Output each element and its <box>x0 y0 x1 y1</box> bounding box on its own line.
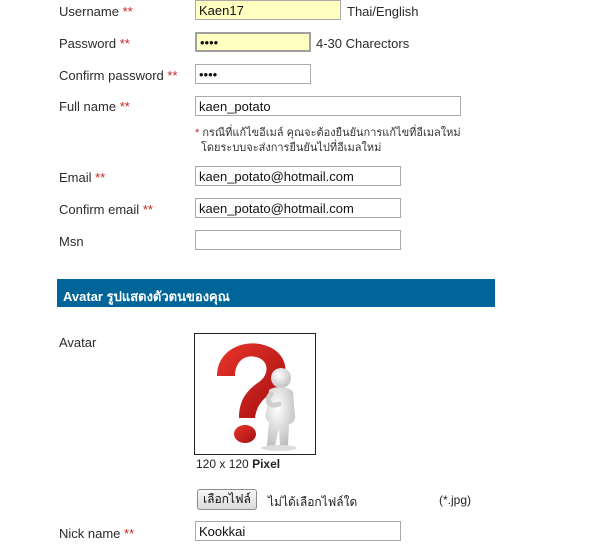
avatar-section-header: Avatar รูปแสดงตัวตนของคุณ <box>57 279 495 307</box>
username-hint: Thai/English <box>347 4 419 19</box>
email-label: Email ** <box>59 170 106 185</box>
choose-file-button[interactable]: เลือกไฟล์ <box>197 489 257 510</box>
file-extension-hint: (*.jpg) <box>439 493 472 507</box>
file-status-text: ไม่ได้เลือกไฟล์ใด <box>268 495 358 509</box>
msn-label: Msn <box>59 234 84 249</box>
username-input[interactable] <box>195 0 341 20</box>
nickname-input[interactable] <box>195 521 401 541</box>
password-label: Password ** <box>59 36 130 51</box>
password-input[interactable] <box>195 32 311 52</box>
msn-input[interactable] <box>195 230 401 250</box>
confirm-email-label: Confirm email ** <box>59 202 153 217</box>
confirm-password-label: Confirm password ** <box>59 68 178 83</box>
full-name-input[interactable] <box>195 96 461 116</box>
avatar-image <box>194 333 316 455</box>
avatar-size-caption: 120 x 120 Pixel <box>196 457 281 471</box>
avatar-label: Avatar <box>59 335 97 350</box>
question-mark-figure-icon <box>217 343 297 451</box>
username-label: Username ** <box>59 4 133 19</box>
email-change-note: * กรณีที่แก้ไขอีเมล์ คุณจะต้องยืนยันการแ… <box>195 127 461 154</box>
confirm-email-input[interactable] <box>195 198 401 218</box>
email-input[interactable] <box>195 166 401 186</box>
password-hint: 4-30 Charectors <box>316 36 410 51</box>
confirm-password-input[interactable] <box>195 64 311 84</box>
nickname-label: Nick name ** <box>59 526 135 541</box>
full-name-label: Full name ** <box>59 99 130 114</box>
